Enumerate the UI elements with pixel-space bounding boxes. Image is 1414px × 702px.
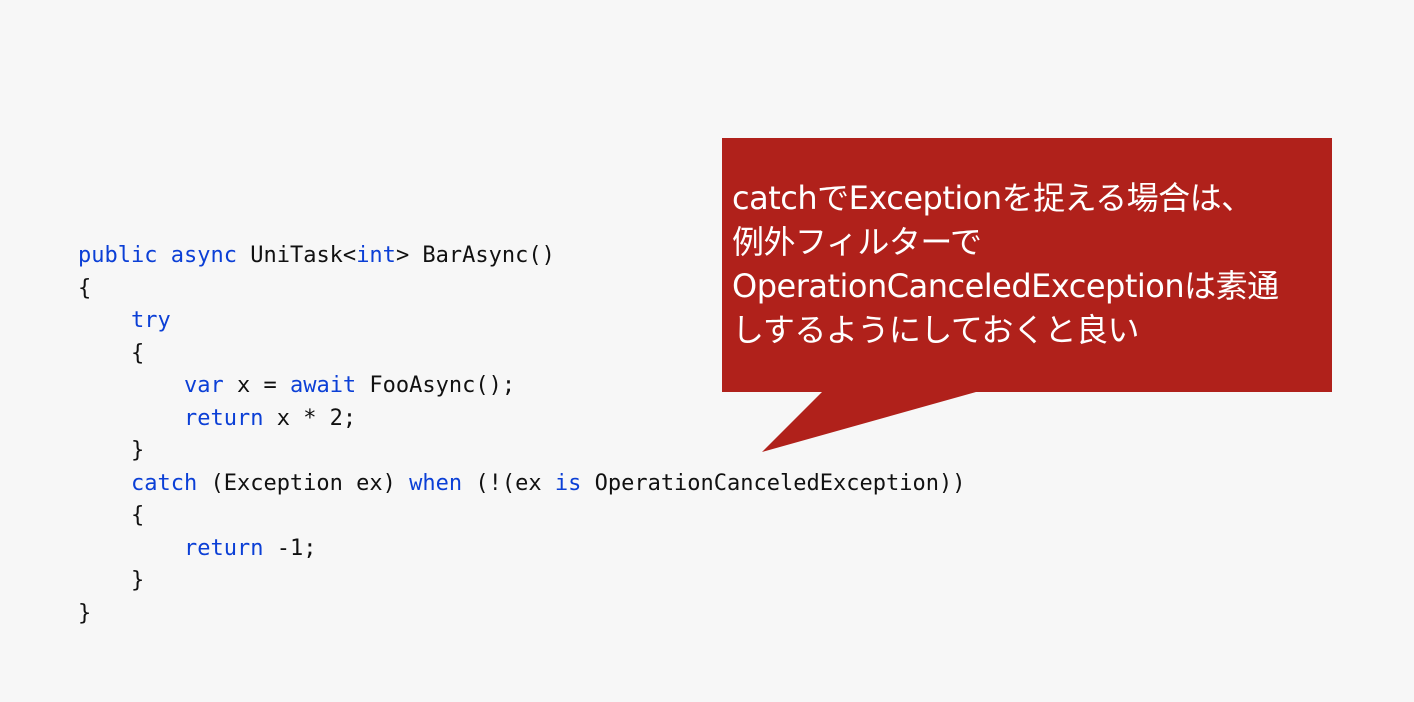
code-line: var x = await FooAsync(); — [78, 370, 965, 403]
code-text: x * 2; — [263, 405, 357, 431]
code-line: catch (Exception ex) when (!(ex is Opera… — [78, 468, 965, 501]
code-line: try — [78, 305, 965, 338]
code-keyword: int — [356, 243, 396, 268]
code-block: public async UniTask<int> BarAsync(){ tr… — [78, 240, 965, 630]
code-text: -1; — [263, 535, 317, 561]
code-text: } — [78, 600, 92, 626]
code-keyword: return — [183, 535, 264, 561]
code-line: { — [78, 500, 965, 533]
code-text: > BarAsync() — [395, 243, 555, 268]
code-line: return x * 2; — [78, 403, 965, 436]
code-line: return -1; — [78, 533, 965, 566]
code-line: { — [78, 273, 965, 306]
code-keyword: async — [170, 243, 237, 268]
code-line: } — [78, 435, 965, 468]
code-line: { — [78, 338, 965, 371]
code-text: { — [78, 275, 92, 301]
code-text: } — [78, 438, 145, 463]
code-keyword: await — [289, 373, 357, 398]
code-keyword: catch — [130, 470, 198, 496]
code-text: (!(ex — [462, 470, 555, 496]
code-line: public async UniTask<int> BarAsync() — [78, 240, 965, 273]
code-text: UniTask< — [236, 243, 357, 268]
code-text: { — [78, 503, 145, 528]
code-keyword: when — [409, 470, 463, 496]
code-text: { — [78, 340, 145, 366]
code-keyword: is — [554, 470, 582, 496]
code-keyword: var — [183, 373, 224, 398]
code-text: FooAsync(); — [356, 373, 516, 398]
slide: public async UniTask<int> BarAsync(){ tr… — [0, 0, 1414, 702]
code-text: x = — [223, 373, 290, 398]
code-keyword: public — [78, 243, 158, 268]
code-text: } — [78, 568, 145, 593]
code-text: OperationCanceledException)) — [581, 470, 966, 496]
code-line: } — [78, 598, 965, 631]
callout-line-1: catchでExceptionを捉える場合は、 — [732, 179, 1253, 217]
code-line: } — [78, 565, 965, 598]
code-keyword: return — [183, 405, 264, 431]
code-keyword: try — [130, 308, 171, 333]
code-text: (Exception ex) — [197, 470, 410, 496]
